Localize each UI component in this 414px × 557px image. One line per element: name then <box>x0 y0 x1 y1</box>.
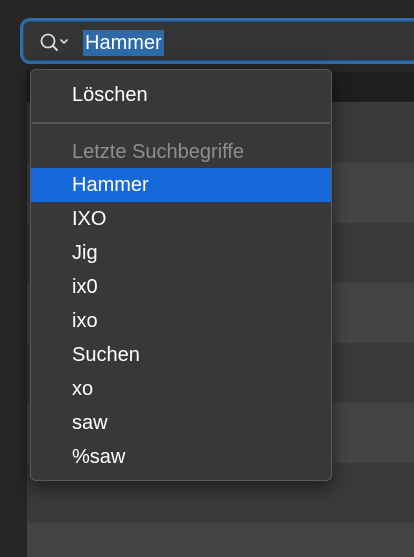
menu-item-recent[interactable]: ix0 <box>31 270 331 304</box>
sidebar-edge <box>0 0 27 557</box>
menu-item-recent[interactable]: Suchen <box>31 338 331 372</box>
window: Hammer Löschen Letzte Suchbegriffe Hamme… <box>0 0 414 557</box>
menu-separator <box>32 122 330 124</box>
menu-item-recent[interactable]: saw <box>31 406 331 440</box>
search-field[interactable]: Hammer <box>20 18 414 64</box>
menu-item-recent[interactable]: Hammer <box>31 168 331 202</box>
menu-item-recent[interactable]: Jig <box>31 236 331 270</box>
search-input[interactable]: Hammer <box>83 30 164 56</box>
menu-item-recent[interactable]: %saw <box>31 440 331 474</box>
menu-item-recent[interactable]: IXO <box>31 202 331 236</box>
menu-item-recent[interactable]: ixo <box>31 304 331 338</box>
search-icon[interactable] <box>39 32 73 52</box>
menu-section-header: Letzte Suchbegriffe <box>72 141 244 163</box>
recent-searches-menu: Löschen Letzte Suchbegriffe Hammer IXO J… <box>30 69 332 481</box>
list-row-stripe <box>27 523 414 557</box>
menu-item-clear[interactable]: Löschen <box>31 78 331 112</box>
menu-item-recent[interactable]: xo <box>31 372 331 406</box>
